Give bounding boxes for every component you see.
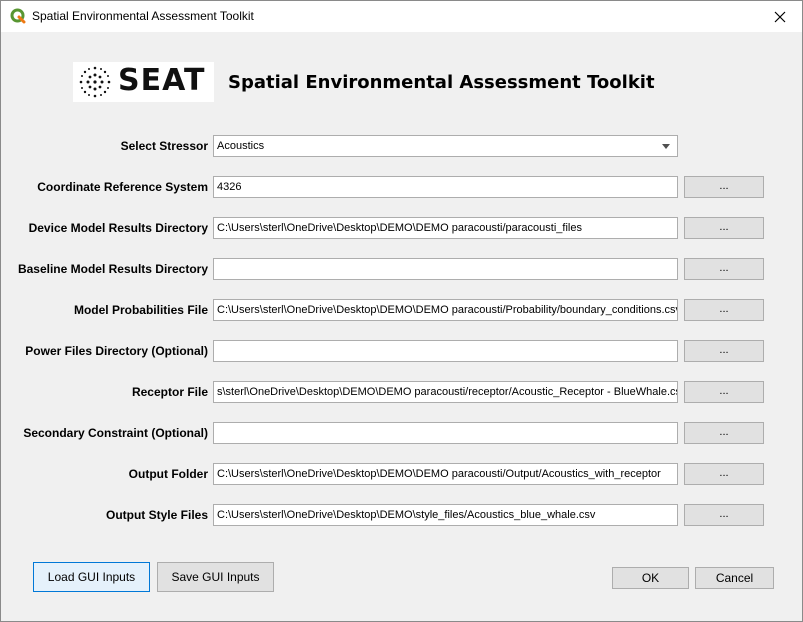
row-power-dir: Power Files Directory (Optional) ... [1,340,802,362]
title-bar: Spatial Environmental Assessment Toolkit [1,1,802,32]
window-title: Spatial Environmental Assessment Toolkit [32,9,254,23]
power-dir-label: Power Files Directory (Optional) [25,344,208,358]
receptor-file-browse-button[interactable]: ... [684,381,764,403]
power-dir-browse-button[interactable]: ... [684,340,764,362]
chevron-down-icon [662,144,670,149]
device-dir-input[interactable]: C:\Users\sterl\OneDrive\Desktop\DEMO\DEM… [213,217,678,239]
prob-file-value: C:\Users\sterl\OneDrive\Desktop\DEMO\DEM… [217,304,678,316]
power-dir-input[interactable] [213,340,678,362]
secondary-browse-button[interactable]: ... [684,422,764,444]
crs-label: Coordinate Reference System [37,180,208,194]
page-title: Spatial Environmental Assessment Toolkit [228,72,655,93]
row-crs: Coordinate Reference System 4326 ... [1,176,802,198]
prob-file-label: Model Probabilities File [73,303,208,317]
dialog-window: Spatial Environmental Assessment Toolkit [0,0,803,622]
baseline-dir-label: Baseline Model Results Directory [17,262,208,276]
style-files-browse-button[interactable]: ... [684,504,764,526]
stressor-select[interactable]: Acoustics [213,135,678,157]
receptor-file-input[interactable]: s\sterl\OneDrive\Desktop\DEMO\DEMO parac… [213,381,678,403]
baseline-dir-input[interactable] [213,258,678,280]
close-icon [774,11,786,22]
crs-value: 4326 [217,181,242,193]
output-folder-value: C:\Users\sterl\OneDrive\Desktop\DEMO\DEM… [217,468,661,480]
load-gui-inputs-button[interactable]: Load GUI Inputs [33,562,150,592]
style-files-value: C:\Users\sterl\OneDrive\Desktop\DEMO\sty… [217,509,596,521]
output-folder-browse-button[interactable]: ... [684,463,764,485]
save-gui-inputs-button[interactable]: Save GUI Inputs [157,562,274,592]
close-button[interactable] [758,1,802,32]
row-stressor: Select Stressor Acoustics [1,135,802,157]
row-output-folder: Output Folder C:\Users\sterl\OneDrive\De… [1,463,802,485]
seat-logo: SEAT [73,62,214,102]
row-receptor-file: Receptor File s\sterl\OneDrive\Desktop\D… [1,381,802,403]
cancel-button[interactable]: Cancel [695,567,774,589]
style-files-label: Output Style Files [105,508,208,522]
prob-file-input[interactable]: C:\Users\sterl\OneDrive\Desktop\DEMO\DEM… [213,299,678,321]
baseline-dir-browse-button[interactable]: ... [684,258,764,280]
stressor-label: Select Stressor [120,139,208,153]
output-folder-input[interactable]: C:\Users\sterl\OneDrive\Desktop\DEMO\DEM… [213,463,678,485]
style-files-input[interactable]: C:\Users\sterl\OneDrive\Desktop\DEMO\sty… [213,504,678,526]
row-style-files: Output Style Files C:\Users\sterl\OneDri… [1,504,802,526]
ok-button[interactable]: OK [612,567,689,589]
receptor-file-value: s\sterl\OneDrive\Desktop\DEMO\DEMO parac… [217,386,678,398]
row-device-dir: Device Model Results Directory C:\Users\… [1,217,802,239]
device-dir-browse-button[interactable]: ... [684,217,764,239]
crs-input[interactable]: 4326 [213,176,678,198]
device-dir-value: C:\Users\sterl\OneDrive\Desktop\DEMO\DEM… [217,222,582,234]
row-prob-file: Model Probabilities File C:\Users\sterl\… [1,299,802,321]
receptor-file-label: Receptor File [131,385,208,399]
row-baseline-dir: Baseline Model Results Directory ... [1,258,802,280]
secondary-label: Secondary Constraint (Optional) [23,426,208,440]
secondary-input[interactable] [213,422,678,444]
crs-browse-button[interactable]: ... [684,176,764,198]
device-dir-label: Device Model Results Directory [28,221,208,235]
prob-file-browse-button[interactable]: ... [684,299,764,321]
logo-text: SEAT [118,63,206,98]
output-folder-label: Output Folder [128,467,208,481]
qgis-icon [10,8,26,24]
seat-dots-logo-icon [79,66,111,98]
row-secondary: Secondary Constraint (Optional) ... [1,422,802,444]
stressor-value: Acoustics [217,140,265,152]
